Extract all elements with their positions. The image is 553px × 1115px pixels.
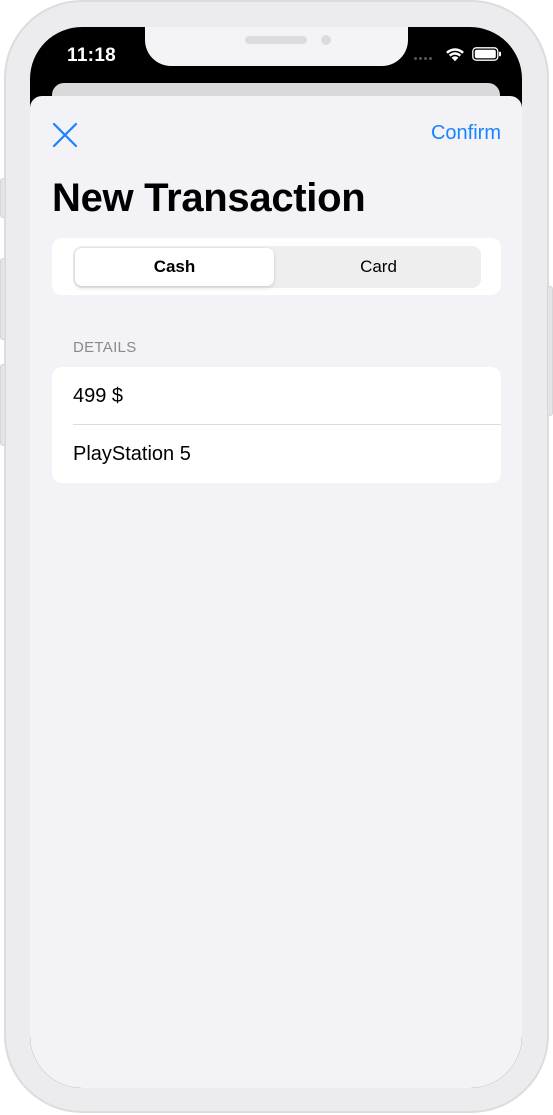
silent-switch [0,178,6,218]
close-icon[interactable] [50,120,80,150]
segment-cash[interactable]: Cash [75,248,274,286]
payment-type-segmented-control: Cash Card [73,246,481,288]
speaker-grille [245,36,307,44]
details-section-header: DETAILS [73,339,137,356]
details-card: 499 $ PlayStation 5 [52,367,501,483]
status-bar: 11:18 [30,27,522,87]
phone-screen: 11:18 Confirm New Transaction Cash Card … [30,27,522,1088]
battery-icon [472,47,501,61]
power-button [547,286,553,416]
page-title: New Transaction [52,176,366,220]
front-camera [321,35,331,45]
volume-down-button [0,364,6,446]
wifi-icon [446,48,464,62]
status-time: 11:18 [67,45,117,66]
volume-up-button [0,258,6,340]
amount-field[interactable]: 499 $ [52,367,501,425]
new-transaction-sheet: Confirm New Transaction Cash Card DETAIL… [30,96,522,1088]
item-name-field[interactable]: PlayStation 5 [52,425,501,483]
notch [145,27,408,66]
payment-type-card: Cash Card [52,238,501,295]
cellular-signal-icon [414,57,438,61]
confirm-button[interactable]: Confirm [431,122,501,145]
segment-card[interactable]: Card [279,248,478,286]
